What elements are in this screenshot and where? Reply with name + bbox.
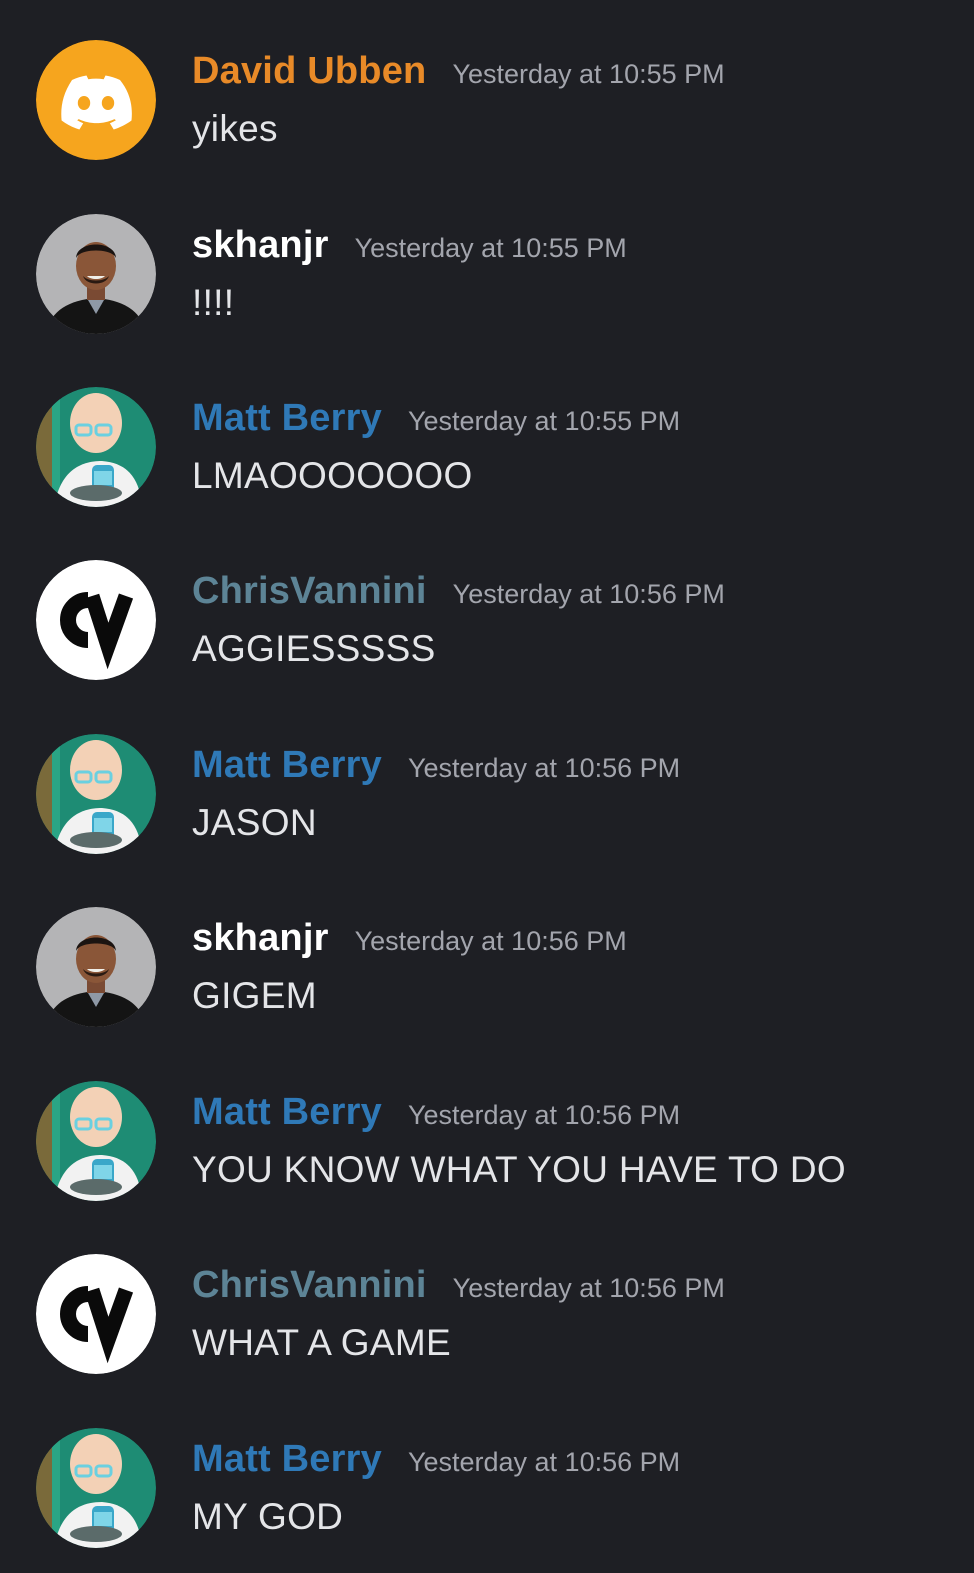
timestamp: Yesterday at 10:55 PM [407, 406, 681, 436]
cartoon-professor-icon [36, 1081, 156, 1201]
author-name[interactable]: Matt Berry [192, 1091, 382, 1134]
cartoon-professor-icon [36, 387, 156, 507]
message-text: YOU KNOW WHAT YOU HAVE TO DO [192, 1149, 846, 1190]
message-item: skhanjr Yesterday at 10:55 PM !!!! [0, 174, 974, 334]
timestamp: Yesterday at 10:56 PM [407, 1447, 681, 1477]
message-header: skhanjr Yesterday at 10:56 PM [192, 917, 627, 960]
message-text: JASON [192, 802, 317, 843]
message-header: Matt Berry Yesterday at 10:56 PM [192, 1091, 680, 1134]
message-text: LMAOOOOOOO [192, 455, 473, 496]
author-name[interactable]: David Ubben [192, 50, 426, 93]
message-text: MY GOD [192, 1496, 344, 1537]
message-text: yikes [192, 108, 278, 149]
message-text: WHAT A GAME [192, 1322, 451, 1363]
avatar[interactable] [36, 1428, 156, 1548]
message-header: Matt Berry Yesterday at 10:56 PM [192, 1438, 680, 1481]
message-header: Matt Berry Yesterday at 10:55 PM [192, 397, 680, 440]
author-name[interactable]: skhanjr [192, 917, 329, 960]
message-header: David Ubben Yesterday at 10:55 PM [192, 50, 725, 93]
message-feed: David Ubben Yesterday at 10:55 PM yikes [0, 0, 974, 1573]
avatar[interactable] [36, 214, 156, 334]
message-item: Matt Berry Yesterday at 10:55 PM LMAOOOO… [0, 347, 974, 507]
message-text: AGGIESSSSS [192, 628, 436, 669]
message-item: ChrisVannini Yesterday at 10:56 PM AGGIE… [0, 520, 974, 680]
avatar[interactable] [36, 560, 156, 680]
message-header: ChrisVannini Yesterday at 10:56 PM [192, 1264, 725, 1307]
timestamp: Yesterday at 10:55 PM [452, 59, 725, 89]
avatar[interactable] [36, 734, 156, 854]
message-item: skhanjr Yesterday at 10:56 PM GIGEM [0, 867, 974, 1027]
message-item: Matt Berry Yesterday at 10:56 PM YOU KNO… [0, 1041, 974, 1201]
discord-logo-icon [36, 40, 156, 160]
timestamp: Yesterday at 10:56 PM [354, 926, 627, 956]
avatar[interactable] [36, 1081, 156, 1201]
timestamp: Yesterday at 10:56 PM [407, 1100, 681, 1130]
message-item: David Ubben Yesterday at 10:55 PM yikes [0, 0, 974, 160]
cv-logo-icon [36, 560, 156, 680]
cartoon-professor-icon [36, 734, 156, 854]
avatar[interactable] [36, 40, 156, 160]
avatar[interactable] [36, 1254, 156, 1374]
person-photo-icon [36, 214, 156, 334]
avatar[interactable] [36, 387, 156, 507]
avatar[interactable] [36, 907, 156, 1027]
message-item: ChrisVannini Yesterday at 10:56 PM WHAT … [0, 1214, 974, 1374]
author-name[interactable]: Matt Berry [192, 1438, 382, 1481]
message-header: skhanjr Yesterday at 10:55 PM [192, 224, 627, 267]
person-photo-icon [36, 907, 156, 1027]
timestamp: Yesterday at 10:55 PM [354, 233, 627, 263]
author-name[interactable]: ChrisVannini [192, 570, 427, 613]
author-name[interactable]: ChrisVannini [192, 1264, 427, 1307]
author-name[interactable]: Matt Berry [192, 397, 382, 440]
message-item: Matt Berry Yesterday at 10:56 PM JASON [0, 694, 974, 854]
cv-logo-icon [36, 1254, 156, 1374]
message-header: ChrisVannini Yesterday at 10:56 PM [192, 570, 725, 613]
timestamp: Yesterday at 10:56 PM [452, 579, 725, 609]
author-name[interactable]: skhanjr [192, 224, 329, 267]
message-header: Matt Berry Yesterday at 10:56 PM [192, 744, 680, 787]
author-name[interactable]: Matt Berry [192, 744, 382, 787]
message-text: !!!! [192, 282, 235, 323]
message-item: Matt Berry Yesterday at 10:56 PM MY GOD [0, 1388, 974, 1548]
timestamp: Yesterday at 10:56 PM [407, 753, 681, 783]
timestamp: Yesterday at 10:56 PM [452, 1273, 725, 1303]
cartoon-professor-icon [36, 1428, 156, 1548]
message-text: GIGEM [192, 975, 317, 1016]
